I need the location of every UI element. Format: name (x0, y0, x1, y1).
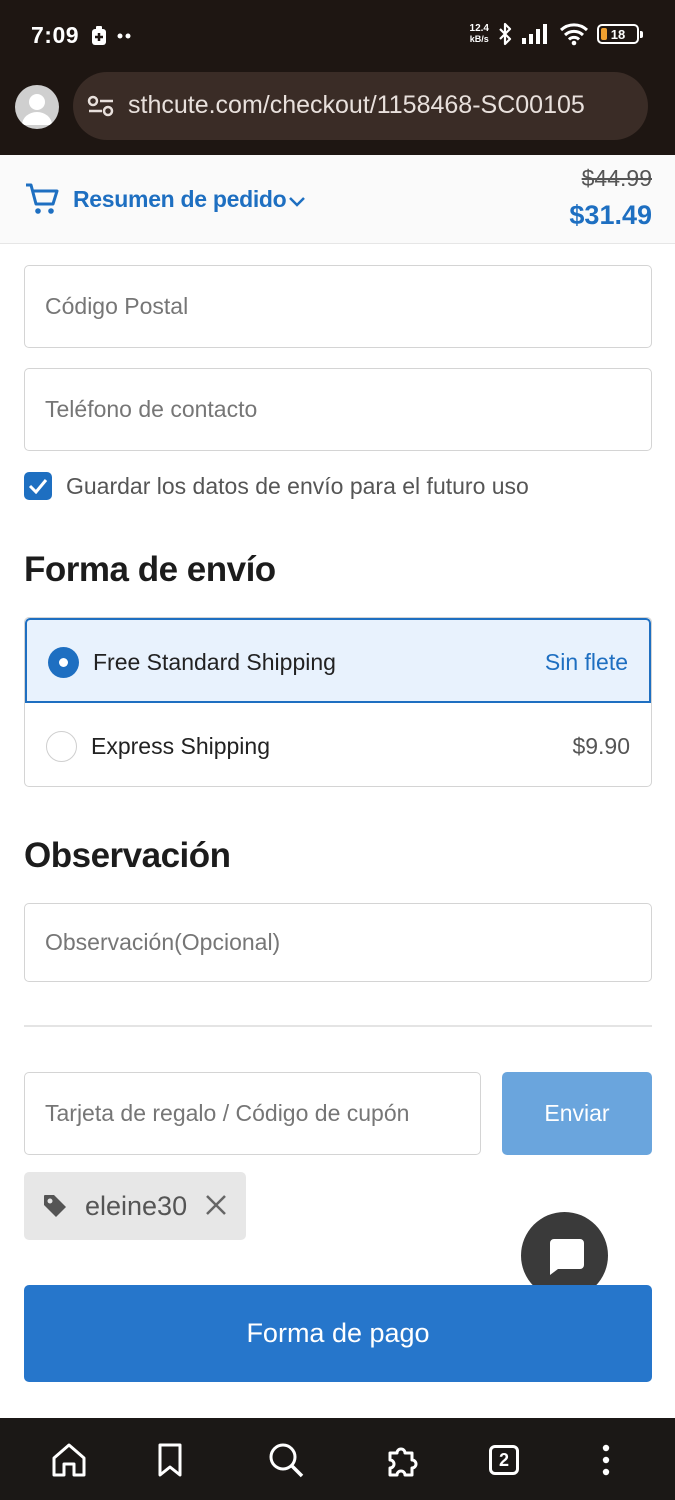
network-speed-value: 12.4 (469, 23, 489, 34)
browser-bottom-nav: 2 (0, 1418, 675, 1500)
home-icon (52, 1443, 86, 1477)
battery-indicator: 18 (597, 24, 643, 44)
shipping-option-price: $9.90 (572, 733, 630, 759)
battery-saver-icon (92, 26, 106, 45)
observation-field[interactable]: Observación(Opcional) (24, 903, 652, 982)
original-price: $44.99 (581, 165, 652, 191)
coupon-placeholder: Tarjeta de regalo / Código de cupón (45, 1100, 410, 1126)
network-speed: 12.4 kB/s (469, 23, 489, 45)
observation-placeholder: Observación(Opcional) (45, 929, 281, 955)
checkmark-icon (28, 479, 48, 494)
tag-icon (44, 1195, 66, 1217)
shipping-option-name: Express Shipping (91, 733, 270, 759)
payment-method-button[interactable]: Forma de pago (24, 1285, 652, 1382)
extensions-icon (388, 1447, 418, 1477)
wifi-icon (559, 23, 589, 46)
more-vertical-icon (602, 1444, 610, 1476)
more-notifications-icon (117, 33, 131, 39)
total-price: $31.49 (569, 200, 652, 230)
address-bar[interactable]: sthcute.com/checkout/1158468-SC00105 (73, 72, 648, 140)
chat-icon (549, 1238, 584, 1275)
nav-menu[interactable] (586, 1440, 626, 1480)
applied-coupon-chip: eleine30 (24, 1172, 246, 1240)
cart-icon (26, 183, 59, 214)
radio-unselected[interactable] (46, 731, 77, 762)
applied-coupon-code: eleine30 (85, 1191, 188, 1221)
postal-code-placeholder: Código Postal (45, 293, 189, 319)
save-shipping-data-row[interactable]: Guardar los datos de envío para el futur… (24, 471, 529, 501)
shipping-option-standard[interactable]: Free Standard Shipping Sin flete (25, 618, 651, 703)
battery-fill (601, 28, 607, 40)
status-right-icons: 12.4 kB/s 18 (469, 22, 643, 46)
profile-avatar[interactable] (15, 85, 59, 129)
status-left-icons (91, 26, 131, 46)
close-icon[interactable] (205, 1194, 227, 1216)
nav-bookmarks[interactable] (150, 1440, 190, 1480)
coupon-submit-button[interactable]: Enviar (502, 1072, 652, 1155)
coupon-code-input[interactable]: Tarjeta de regalo / Código de cupón (24, 1072, 481, 1155)
shipping-option-express[interactable]: Express Shipping $9.90 (25, 704, 651, 786)
nav-tabs[interactable]: 2 (484, 1440, 524, 1480)
search-icon (269, 1443, 304, 1478)
user-icon (22, 94, 52, 125)
shipping-options: Free Standard Shipping Sin flete Express… (24, 617, 652, 787)
nav-extensions[interactable] (383, 1440, 423, 1480)
phone-field[interactable]: Teléfono de contacto (24, 368, 652, 451)
save-data-checkbox[interactable] (24, 472, 52, 500)
url-text[interactable]: sthcute.com/checkout/1158468-SC00105 (128, 91, 636, 120)
phone-placeholder: Teléfono de contacto (45, 396, 258, 422)
site-settings-icon[interactable] (87, 94, 115, 118)
browser-chrome: 7:09 12.4 kB/s 18 sthcute.com/checkout/1… (0, 0, 675, 155)
shipping-section-title: Forma de envío (24, 550, 276, 589)
order-summary-bar[interactable]: Resumen de pedido $44.99 $31.49 (0, 155, 675, 244)
order-summary-toggle[interactable]: Resumen de pedido (73, 186, 287, 213)
nav-home[interactable] (49, 1440, 89, 1480)
bluetooth-icon (499, 22, 512, 46)
network-speed-unit: kB/s (469, 34, 489, 44)
shipping-option-name: Free Standard Shipping (93, 649, 336, 675)
chevron-down-icon[interactable] (287, 195, 307, 209)
tabs-count: 2 (489, 1445, 519, 1475)
save-data-label: Guardar los datos de envío para el futur… (66, 472, 529, 499)
radio-selected[interactable] (48, 647, 79, 678)
divider (24, 1025, 652, 1027)
postal-code-field[interactable]: Código Postal (24, 265, 652, 348)
signal-icon (522, 24, 547, 44)
nav-search[interactable] (266, 1440, 306, 1480)
bookmark-icon (158, 1443, 182, 1477)
status-time: 7:09 (31, 22, 80, 48)
battery-level: 18 (610, 26, 626, 42)
shipping-option-price: Sin flete (544, 649, 628, 675)
observation-section-title: Observación (24, 836, 231, 875)
